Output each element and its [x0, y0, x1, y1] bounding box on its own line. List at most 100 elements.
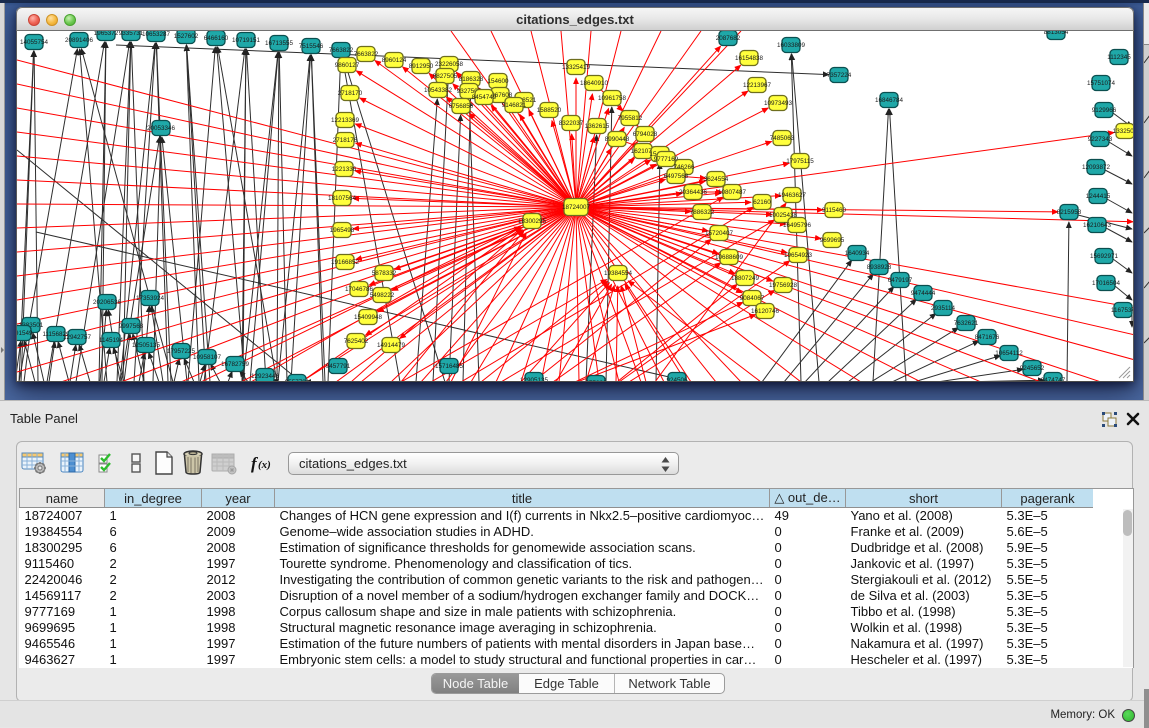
svg-text:10973493: 10973493 — [764, 100, 793, 107]
svg-text:1332500: 1332500 — [1113, 128, 1134, 135]
svg-text:15409948: 15409948 — [354, 314, 383, 321]
svg-text:16120746: 16120746 — [751, 308, 780, 315]
svg-text:10807487: 10807487 — [718, 189, 747, 196]
svg-text:62160: 62160 — [753, 199, 771, 206]
svg-text:10543382: 10543382 — [424, 87, 453, 94]
svg-text:9146821: 9146821 — [502, 102, 527, 109]
svg-text:16033809: 16033809 — [777, 42, 806, 49]
svg-text:(x): (x) — [258, 459, 271, 471]
svg-text:15716485: 15716485 — [435, 363, 464, 370]
svg-text:10654112: 10654112 — [995, 350, 1023, 357]
svg-text:18107564: 18107564 — [328, 195, 357, 202]
svg-text:1362615: 1362615 — [585, 123, 610, 130]
svg-text:20053346: 20053346 — [147, 125, 176, 132]
svg-text:3624554: 3624554 — [704, 176, 729, 183]
svg-text:23226058: 23226058 — [435, 61, 464, 68]
svg-text:9827505: 9827505 — [433, 73, 458, 80]
svg-text:9245652: 9245652 — [1020, 365, 1045, 372]
svg-text:322203: 322203 — [1133, 219, 1134, 226]
svg-text:9997568: 9997568 — [119, 323, 144, 330]
svg-text:10961758: 10961758 — [598, 95, 627, 102]
svg-text:8813054: 8813054 — [1044, 31, 1069, 36]
svg-text:16713555: 16713555 — [265, 40, 294, 47]
svg-text:10688609: 10688609 — [715, 254, 744, 261]
svg-text:9115460: 9115460 — [822, 207, 847, 214]
svg-text:1221336: 1221336 — [332, 166, 357, 173]
svg-text:7515546: 7515546 — [299, 43, 324, 50]
svg-text:9474747: 9474747 — [1041, 377, 1066, 382]
svg-text:9860127: 9860127 — [335, 62, 360, 69]
svg-text:391549: 391549 — [17, 330, 33, 337]
svg-text:5498222: 5498222 — [370, 292, 395, 299]
svg-text:13325419: 13325419 — [562, 64, 591, 71]
svg-text:1145194: 1145194 — [99, 337, 124, 344]
svg-text:6479197: 6479197 — [888, 277, 913, 284]
svg-text:19463627: 19463627 — [778, 192, 807, 199]
svg-text:18640910: 18640910 — [580, 80, 609, 87]
svg-text:18724007: 18724007 — [562, 204, 591, 211]
svg-text:7663822: 7663822 — [354, 51, 379, 58]
svg-text:15720407: 15720407 — [705, 230, 734, 237]
svg-text:6756850: 6756850 — [449, 103, 474, 110]
svg-text:8912950: 8912950 — [409, 63, 434, 70]
svg-text:1244415: 1244415 — [1086, 193, 1111, 200]
svg-text:8322037: 8322037 — [559, 120, 584, 127]
svg-text:6466160: 6466160 — [204, 35, 229, 42]
svg-text:9129966: 9129966 — [1092, 107, 1117, 114]
svg-text:2718170: 2718170 — [338, 90, 363, 97]
svg-text:19654923: 19654923 — [784, 252, 813, 259]
svg-text:19756928: 19756928 — [769, 282, 798, 289]
svg-text:15751074: 15751074 — [1087, 80, 1116, 87]
svg-text:7886322: 7886322 — [690, 209, 715, 216]
svg-text:16846784: 16846784 — [875, 97, 904, 104]
svg-text:10719151: 10719151 — [232, 37, 261, 44]
svg-text:12213369: 12213369 — [331, 117, 360, 124]
svg-text:17016504: 17016504 — [1092, 280, 1121, 287]
svg-text:17353924: 17353924 — [136, 295, 165, 302]
svg-text:9699695: 9699695 — [820, 237, 845, 244]
svg-text:14055754: 14055754 — [20, 39, 49, 46]
svg-text:10653287: 10653287 — [142, 31, 171, 38]
svg-text:20891406: 20891406 — [65, 37, 94, 44]
svg-text:12923446: 12923446 — [251, 373, 280, 380]
svg-text:7625402: 7625402 — [344, 338, 369, 345]
svg-text:1965372: 1965372 — [94, 31, 119, 37]
svg-text:7485063: 7485063 — [770, 135, 795, 142]
svg-text:1167534: 1167534 — [1111, 307, 1134, 314]
svg-text:7632621: 7632621 — [954, 320, 979, 327]
svg-text:1588520: 1588520 — [537, 107, 562, 114]
svg-text:16154838: 16154838 — [735, 55, 764, 62]
svg-text:1640934: 1640934 — [845, 250, 870, 257]
svg-text:1527602: 1527602 — [174, 33, 199, 40]
svg-text:17975115: 17975115 — [786, 158, 814, 165]
svg-text:18300295: 18300295 — [518, 218, 547, 225]
svg-text:2087682: 2087682 — [716, 35, 741, 42]
svg-text:9557791: 9557791 — [285, 379, 310, 382]
svg-text:9227343: 9227343 — [1088, 136, 1113, 143]
svg-text:8454749: 8454749 — [472, 94, 497, 101]
svg-text:924506: 924506 — [666, 377, 688, 382]
svg-text:16495796: 16495796 — [783, 222, 812, 229]
svg-text:19166852: 19166852 — [331, 259, 360, 266]
svg-text:8990448: 8990448 — [605, 136, 630, 143]
svg-text:6497568: 6497568 — [664, 173, 689, 180]
svg-text:10958107: 10958107 — [193, 354, 222, 361]
svg-text:14914479: 14914479 — [377, 342, 406, 349]
svg-text:2718176: 2718176 — [333, 137, 358, 144]
svg-text:12942757: 12942757 — [63, 334, 92, 341]
svg-text:15692971: 15692971 — [1090, 253, 1119, 260]
svg-text:7357224: 7357224 — [827, 72, 852, 79]
svg-text:9335731: 9335731 — [119, 31, 144, 37]
svg-text:2935114: 2935114 — [931, 305, 956, 312]
svg-text:20364436: 20364436 — [679, 189, 708, 196]
svg-text:12213967: 12213967 — [743, 82, 772, 89]
svg-text:12505135: 12505135 — [132, 342, 161, 349]
svg-text:16210643: 16210643 — [1083, 222, 1112, 229]
svg-text:9457791: 9457791 — [326, 363, 351, 370]
svg-text:8938928: 8938928 — [867, 264, 892, 271]
svg-text:1112345: 1112345 — [1107, 54, 1131, 61]
svg-text:19384554: 19384554 — [604, 270, 633, 277]
svg-text:6794028: 6794028 — [633, 131, 658, 138]
svg-text:875306: 875306 — [585, 380, 607, 382]
svg-text:1965498: 1965498 — [330, 227, 355, 234]
